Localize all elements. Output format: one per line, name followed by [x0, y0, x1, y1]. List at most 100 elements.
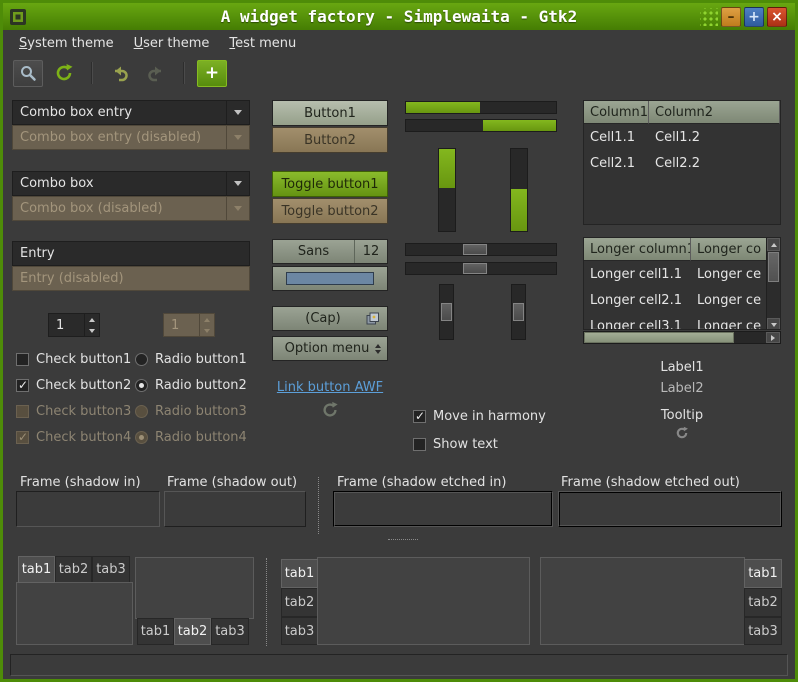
- tree-row[interactable]: Longer cell3.1 Longer ce: [584, 313, 768, 330]
- spin-button[interactable]: 1: [48, 313, 100, 337]
- nb2-tab1[interactable]: tab1: [137, 618, 174, 645]
- frame-shadow-out: [164, 491, 306, 527]
- scroll-down-button[interactable]: [767, 318, 780, 330]
- combo-box-disabled-value: Combo box (disabled): [20, 201, 163, 216]
- nb1-tab1[interactable]: tab1: [18, 556, 55, 583]
- combo-box-entry[interactable]: Combo box entry: [12, 100, 250, 125]
- scroll-up-button[interactable]: [767, 238, 780, 251]
- column-header[interactable]: Longer column1: [584, 238, 691, 261]
- scrollbar-thumb[interactable]: [513, 303, 524, 321]
- scrollbar-thumb[interactable]: [584, 332, 734, 343]
- check-button-1[interactable]: Check button1: [16, 350, 131, 368]
- nb3-tab1[interactable]: tab1: [281, 559, 318, 588]
- text-entry-disabled: Entry (disabled): [12, 266, 250, 291]
- vscrollbar-1[interactable]: [439, 284, 454, 340]
- toggle-button2-label: Toggle button2: [281, 204, 378, 219]
- link-button[interactable]: Link button AWF: [272, 380, 388, 395]
- nb2-tab2[interactable]: tab2: [174, 618, 211, 645]
- hscale-1[interactable]: [405, 243, 557, 256]
- tree-cell: Cell1.2: [649, 124, 780, 150]
- button1[interactable]: Button1: [272, 100, 388, 126]
- tree-row[interactable]: Cell1.1 Cell1.2: [584, 124, 780, 150]
- zoom-tool-button[interactable]: [13, 60, 43, 87]
- triangle-down-icon: [204, 329, 210, 333]
- hscale-2[interactable]: [405, 262, 557, 275]
- triangle-down-icon: [771, 323, 777, 327]
- spin-up-button[interactable]: [85, 314, 99, 325]
- tree-row[interactable]: Longer cell2.1 Longer ce: [584, 287, 768, 313]
- close-button[interactable]: ×: [767, 7, 787, 27]
- undo-tool-button[interactable]: [105, 60, 135, 87]
- nb4-tab3[interactable]: tab3: [744, 617, 782, 645]
- spin-steppers[interactable]: [84, 314, 99, 336]
- treeview-2[interactable]: Longer column1 Longer co Longer cell1.1 …: [583, 237, 781, 330]
- check-button-2[interactable]: Check button2: [16, 376, 131, 394]
- option-menu-button[interactable]: Option menu: [272, 336, 388, 361]
- combo-dropdown-button[interactable]: [226, 101, 249, 124]
- scroll-right-button[interactable]: [766, 332, 780, 343]
- radio-button-1[interactable]: Radio button1: [135, 350, 247, 368]
- tree-row[interactable]: Cell2.1 Cell2.2: [584, 150, 780, 176]
- combo-dropdown-button[interactable]: [226, 172, 249, 195]
- combo-box-entry-disabled-value: Combo box entry (disabled): [20, 130, 201, 145]
- radio-label: Radio button1: [155, 352, 247, 367]
- nb4-tab1[interactable]: tab1: [744, 559, 782, 588]
- tree-cell: Longer ce: [691, 313, 768, 330]
- slider-handle[interactable]: [463, 244, 487, 255]
- horizontal-separator: [388, 539, 418, 540]
- slider-handle[interactable]: [463, 263, 487, 274]
- spin-down-button[interactable]: [85, 325, 99, 336]
- spinner-icon: [675, 426, 689, 440]
- triangle-down-icon: [375, 350, 381, 354]
- move-in-harmony-checkbox[interactable]: Move in harmony: [413, 407, 546, 425]
- frame-label: Frame (shadow etched out): [561, 475, 740, 490]
- menu-user-theme[interactable]: User theme: [124, 32, 220, 55]
- nb4-tab2[interactable]: tab2: [744, 588, 782, 617]
- text-entry[interactable]: Entry: [12, 241, 250, 266]
- vertical-progress-2: [510, 148, 528, 232]
- toggle-button1[interactable]: Toggle button1: [272, 171, 388, 197]
- titlebar[interactable]: A widget factory - Simplewaita - Gtk2 – …: [3, 3, 795, 30]
- refresh-tool-button[interactable]: [49, 60, 79, 87]
- chevron-down-icon: [234, 110, 242, 115]
- show-text-checkbox[interactable]: Show text: [413, 435, 498, 453]
- nb1-tab2[interactable]: tab2: [55, 556, 92, 583]
- scrollbar-thumb[interactable]: [768, 252, 779, 282]
- tree-vscrollbar[interactable]: [766, 238, 780, 330]
- window-icon-glyph: [10, 9, 26, 25]
- nb3-tab3[interactable]: tab3: [281, 617, 318, 645]
- color-button[interactable]: [272, 266, 388, 291]
- column-header[interactable]: Longer co: [691, 238, 768, 261]
- check-label: Check button2: [36, 378, 131, 393]
- tree-hscrollbar[interactable]: [583, 331, 781, 344]
- minimize-button[interactable]: –: [721, 7, 741, 27]
- scrollbar-thumb[interactable]: [441, 303, 452, 321]
- nb3-tab2[interactable]: tab2: [281, 588, 318, 617]
- cap-button[interactable]: (Cap): [272, 306, 388, 331]
- combo-box-disabled: Combo box (disabled): [12, 196, 250, 221]
- nb1-tab3[interactable]: tab3: [92, 556, 130, 583]
- progress-bar-1: [405, 101, 557, 114]
- text-entry-disabled-value: Entry (disabled): [20, 271, 124, 286]
- scrollbar-trough[interactable]: [734, 332, 766, 343]
- nb2-tab3[interactable]: tab3: [211, 618, 249, 645]
- window-icon: [10, 9, 26, 25]
- tree-cell: Longer ce: [691, 287, 768, 313]
- window-grid-dots-icon[interactable]: [700, 8, 718, 26]
- maximize-button[interactable]: +: [744, 7, 764, 27]
- add-tool-button[interactable]: +: [197, 60, 227, 87]
- spinner-widget: [321, 401, 339, 423]
- tree-row[interactable]: Longer cell1.1 Longer ce: [584, 261, 768, 287]
- vscrollbar-2[interactable]: [511, 284, 526, 340]
- column-header[interactable]: Column1: [584, 101, 649, 124]
- menu-system-theme[interactable]: System theme: [9, 32, 124, 55]
- radio-button-2[interactable]: Radio button2: [135, 376, 247, 394]
- menu-test-menu[interactable]: Test menu: [219, 32, 306, 55]
- column-header[interactable]: Column2: [649, 101, 780, 124]
- radio-icon: [135, 353, 148, 366]
- combo-box[interactable]: Combo box: [12, 171, 250, 196]
- redo-tool-button[interactable]: [141, 60, 171, 87]
- frame-shadow-in: [16, 491, 160, 527]
- treeview-1[interactable]: Column1 Column2 Cell1.1 Cell1.2 Cell2.1 …: [583, 100, 781, 225]
- font-button[interactable]: Sans 12: [272, 239, 388, 264]
